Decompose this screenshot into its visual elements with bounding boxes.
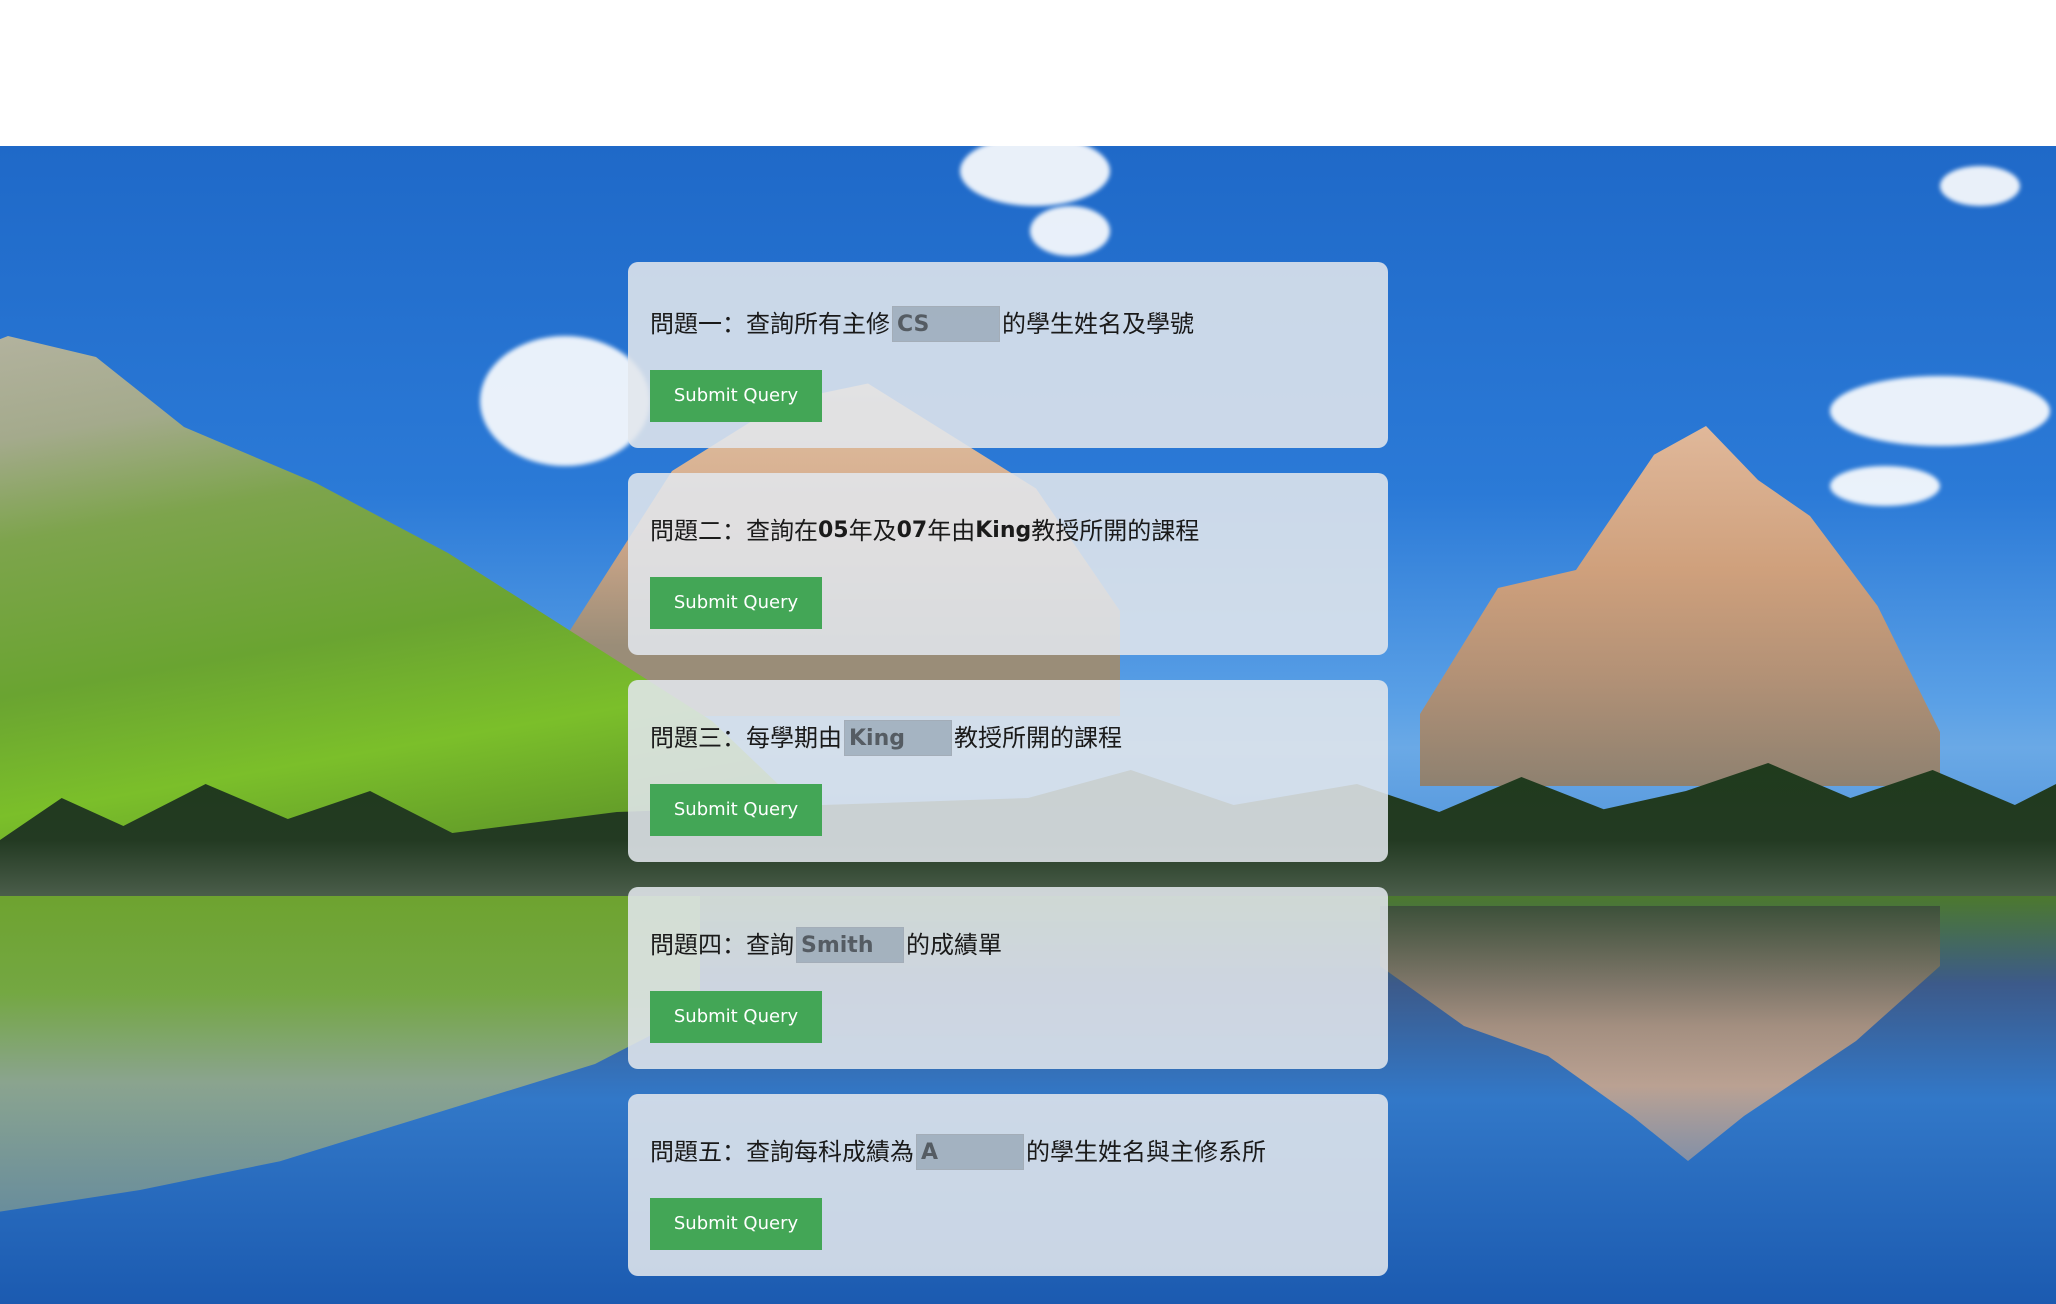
query-3-submit-button[interactable]: Submit Query xyxy=(650,784,822,836)
query-3-prefix: 問題三：每學期由 xyxy=(650,724,842,752)
page: 問題一：查詢所有主修 的學生姓名及學號 Submit Query 問題二：查詢在… xyxy=(0,0,2056,1304)
query-2-question: 問題二：查詢在 05 年及 07 年由 King 教授所開的課程 xyxy=(650,513,1366,549)
cloud xyxy=(1830,466,1940,506)
query-4-suffix: 的成績單 xyxy=(906,931,1002,959)
query-card-3: 問題三：每學期由 教授所開的課程 Submit Query xyxy=(628,680,1388,862)
query-2-text-d: 教授所開的課程 xyxy=(1031,517,1200,545)
query-2-text-a: 問題二：查詢在 xyxy=(650,517,818,545)
query-5-grade-input[interactable] xyxy=(916,1134,1024,1170)
cloud xyxy=(1830,376,2050,446)
cloud xyxy=(960,146,1110,206)
query-3-question: 問題三：每學期由 教授所開的課程 xyxy=(650,720,1366,756)
query-4-question: 問題四：查詢 的成績單 xyxy=(650,927,1366,963)
cloud xyxy=(480,336,650,466)
query-2-year-1: 05 xyxy=(818,518,849,543)
query-4-student-input[interactable] xyxy=(796,927,904,963)
query-3-suffix: 教授所開的課程 xyxy=(954,724,1122,752)
query-card-4: 問題四：查詢 的成績單 Submit Query xyxy=(628,887,1388,1069)
query-card-2: 問題二：查詢在 05 年及 07 年由 King 教授所開的課程 Submit Query xyxy=(628,473,1388,655)
top-blank-bar xyxy=(0,0,2056,146)
query-2-submit-button[interactable]: Submit Query xyxy=(650,577,822,629)
query-panel: 問題一：查詢所有主修 的學生姓名及學號 Submit Query 問題二：查詢在… xyxy=(628,262,1388,1301)
query-2-text-b: 年及 xyxy=(848,517,897,545)
query-1-suffix: 的學生姓名及學號 xyxy=(1002,310,1194,338)
query-4-prefix: 問題四：查詢 xyxy=(650,931,794,959)
query-5-suffix: 的學生姓名與主修系所 xyxy=(1026,1138,1266,1166)
query-1-submit-button[interactable]: Submit Query xyxy=(650,370,822,422)
query-card-1: 問題一：查詢所有主修 的學生姓名及學號 Submit Query xyxy=(628,262,1388,448)
query-card-5: 問題五：查詢每科成績為 的學生姓名與主修系所 Submit Query xyxy=(628,1094,1388,1276)
cloud xyxy=(1030,206,1110,256)
query-4-submit-button[interactable]: Submit Query xyxy=(650,991,822,1043)
query-1-major-input[interactable] xyxy=(892,306,1000,342)
cloud xyxy=(1940,166,2020,206)
query-2-text-c: 年由 xyxy=(927,517,976,545)
query-1-question: 問題一：查詢所有主修 的學生姓名及學號 xyxy=(650,306,1366,342)
query-2-year-2: 07 xyxy=(896,518,928,543)
query-5-prefix: 問題五：查詢每科成績為 xyxy=(650,1138,914,1166)
query-2-professor: King xyxy=(975,518,1032,543)
query-5-submit-button[interactable]: Submit Query xyxy=(650,1198,822,1250)
query-5-question: 問題五：查詢每科成績為 的學生姓名與主修系所 xyxy=(650,1134,1366,1170)
query-3-professor-input[interactable] xyxy=(844,720,952,756)
query-1-prefix: 問題一：查詢所有主修 xyxy=(650,310,890,338)
